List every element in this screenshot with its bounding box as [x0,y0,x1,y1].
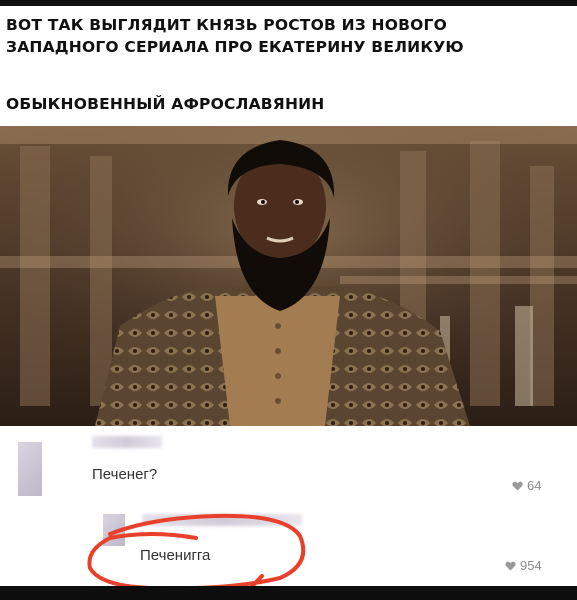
meme-photo [0,126,577,426]
top-bar [0,0,577,6]
bottom-bar [0,586,577,600]
meme-caption-line3: ОБЫКНОВЕННЫЙ АФРОСЛАВЯНИН [6,95,325,113]
comments-section: Печенег? 64 Печенигга 954 [0,426,577,600]
meme-caption-line2: ЗАПАДНОГО СЕРИАЛА ПРО ЕКАТЕРИНУ ВЕЛИКУЮ [6,38,464,56]
meme-caption-line1: ВОТ ТАК ВЫГЛЯДИТ КНЯЗЬ РОСТОВ ИЗ НОВОГО [6,16,447,34]
highlight-circle [87,513,306,600]
